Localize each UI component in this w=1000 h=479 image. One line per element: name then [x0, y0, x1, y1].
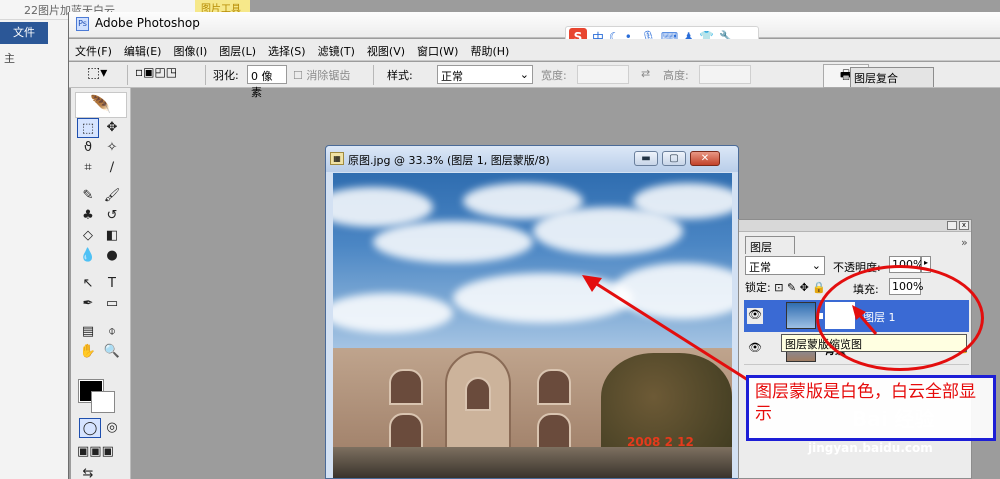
minimize-button[interactable]: ▬ [634, 151, 658, 166]
shape-tool-icon[interactable]: ▭ [101, 294, 123, 314]
feather-label: 羽化: [213, 69, 239, 82]
brush-tool-icon[interactable]: 🖌 [101, 186, 123, 206]
menu-select[interactable]: 选择(S) [262, 39, 312, 59]
eyedropper-tool-icon[interactable]: ⌽ [101, 322, 123, 342]
crop-tool-icon[interactable]: ⌗ [77, 158, 99, 178]
lock-position-icon[interactable]: ✥ [800, 281, 809, 294]
tab-layers[interactable]: 图层 [745, 236, 795, 254]
lasso-tool-icon[interactable]: ϑ [77, 138, 99, 158]
eraser-tool-icon[interactable]: ◇ [77, 226, 99, 246]
panel-menu-icon[interactable]: » [961, 236, 968, 249]
chevron-down-icon: ⌄ [811, 259, 821, 272]
host-file-button[interactable]: 文件 [0, 22, 48, 44]
feather-logo-icon: 🪶 [75, 92, 127, 118]
clone-stamp-tool-icon[interactable]: ♣ [77, 206, 99, 226]
eye-icon[interactable]: 👁 [747, 308, 763, 324]
style-label: 样式: [387, 69, 413, 82]
watermark-logo: Bai 经验 [852, 407, 935, 431]
toolbox: 🪶 ⬚ ✥ ϑ ✧ ⌗ ∕ ✎ 🖌 ♣ ↺ ◇ ◧ 💧 ● ↖ T ✒ ▭ ▤ … [71, 88, 131, 479]
dodge-tool-icon[interactable]: ● [101, 246, 123, 266]
lock-pixels-icon[interactable]: ✎ [787, 281, 796, 294]
history-brush-tool-icon[interactable]: ↺ [101, 206, 123, 226]
notes-tool-icon[interactable]: ▤ [77, 322, 99, 342]
feather-input[interactable]: 0 像素 [247, 65, 287, 99]
layer-thumbnail[interactable] [786, 302, 816, 329]
panel-close-button[interactable]: x [959, 221, 969, 230]
menu-layer[interactable]: 图层(L) [213, 39, 262, 59]
photo-date-stamp: 2008 2 12 [627, 435, 694, 449]
height-input[interactable] [699, 65, 751, 84]
healing-brush-tool-icon[interactable]: ✎ [77, 186, 99, 206]
document-title: 原图.jpg @ 33.3% (图层 1, 图层蒙版/8) [348, 154, 550, 167]
document-window: 原图.jpg @ 33.3% (图层 1, 图层蒙版/8) ▦ ▬ ▢ ✕ 20… [325, 145, 739, 479]
app-title: Adobe Photoshop [95, 16, 200, 30]
hand-tool-icon[interactable]: ✋ [77, 342, 99, 362]
screen-mode-icons[interactable]: ▣▣▣ [77, 442, 114, 462]
magic-wand-tool-icon[interactable]: ✧ [101, 138, 123, 158]
swap-icon[interactable]: ⇄ [641, 67, 650, 80]
antialias-label: 消除锯齿 [306, 69, 351, 82]
watermark-site: jingyan.baidu.com [808, 441, 933, 455]
eye-icon[interactable]: 👁 [747, 341, 763, 357]
maximize-button[interactable]: ▢ [662, 151, 686, 166]
close-button[interactable]: ✕ [690, 151, 720, 166]
path-selection-tool-icon[interactable]: ↖ [77, 274, 99, 294]
move-tool-icon[interactable]: ✥ [101, 118, 123, 138]
zoom-tool-icon[interactable]: 🔍 [101, 342, 123, 362]
annotation-ellipse [816, 265, 984, 371]
rectangular-marquee-tool-icon[interactable]: ⬚ [77, 118, 99, 138]
width-input[interactable] [577, 65, 629, 84]
app-title-bar: Adobe Photoshop [69, 12, 1000, 38]
marquee-preset-icon[interactable]: ⬚▾ [87, 65, 107, 81]
lock-transparency-icon[interactable]: ⊡ [774, 281, 783, 294]
menu-view[interactable]: 视图(V) [361, 39, 411, 59]
antialias-checkbox[interactable]: ☐ 消除锯齿 [293, 67, 350, 83]
blur-tool-icon[interactable]: 💧 [77, 246, 99, 266]
chevron-down-icon: ⌄ [519, 68, 529, 81]
blend-mode-value: 正常 [749, 261, 771, 274]
slice-tool-icon[interactable]: ∕ [101, 158, 123, 178]
panel-minimize-button[interactable] [947, 221, 957, 230]
width-label: 宽度: [541, 69, 567, 82]
jump-to-imageready-icon[interactable]: ⇆ [77, 464, 99, 479]
host-app-sidebar [0, 0, 70, 479]
panel-title-strip[interactable] [739, 220, 971, 232]
background-color-swatch[interactable] [91, 391, 115, 413]
photoshop-logo-icon: Ps [76, 17, 89, 31]
lock-row: 锁定: ⊡ ✎ ✥ 🔒 [745, 279, 826, 295]
sky-layer [333, 173, 732, 353]
type-tool-icon[interactable]: T [101, 274, 123, 294]
standard-mode-icon[interactable]: ◯ [79, 418, 101, 438]
style-value: 正常 [441, 70, 463, 83]
lock-all-icon[interactable]: 🔒 [812, 281, 826, 294]
crowd [333, 447, 732, 478]
blend-mode-select[interactable]: 正常 ⌄ [745, 256, 825, 275]
menu-filter[interactable]: 滤镜(T) [312, 39, 361, 59]
menu-bar: 文件(F) 编辑(E) 图像(I) 图层(L) 选择(S) 滤镜(T) 视图(V) 窗口(W)… [69, 39, 1000, 61]
document-file-icon: ▦ [330, 152, 344, 165]
host-tool-glyph: 主 [4, 52, 15, 65]
menu-help[interactable]: 帮助(H) [464, 39, 515, 59]
quick-mask-mode-icon[interactable]: ◎ [101, 418, 123, 438]
tab-layer-comps[interactable]: 图层复合 [850, 67, 934, 87]
selection-mode-icons[interactable]: ▫▣◰◳ [135, 65, 177, 79]
menu-file[interactable]: 文件(F) [69, 39, 118, 59]
menu-edit[interactable]: 编辑(E) [118, 39, 168, 59]
style-select[interactable]: 正常 ⌄ [437, 65, 533, 84]
menu-image[interactable]: 图像(I) [167, 39, 213, 59]
lock-label: 锁定: [745, 281, 771, 294]
image-canvas[interactable]: 2008 2 12 [333, 173, 732, 478]
gradient-tool-icon[interactable]: ◧ [101, 226, 123, 246]
menu-window[interactable]: 窗口(W) [411, 39, 464, 59]
height-label: 高度: [663, 69, 689, 82]
pen-tool-icon[interactable]: ✒ [77, 294, 99, 314]
